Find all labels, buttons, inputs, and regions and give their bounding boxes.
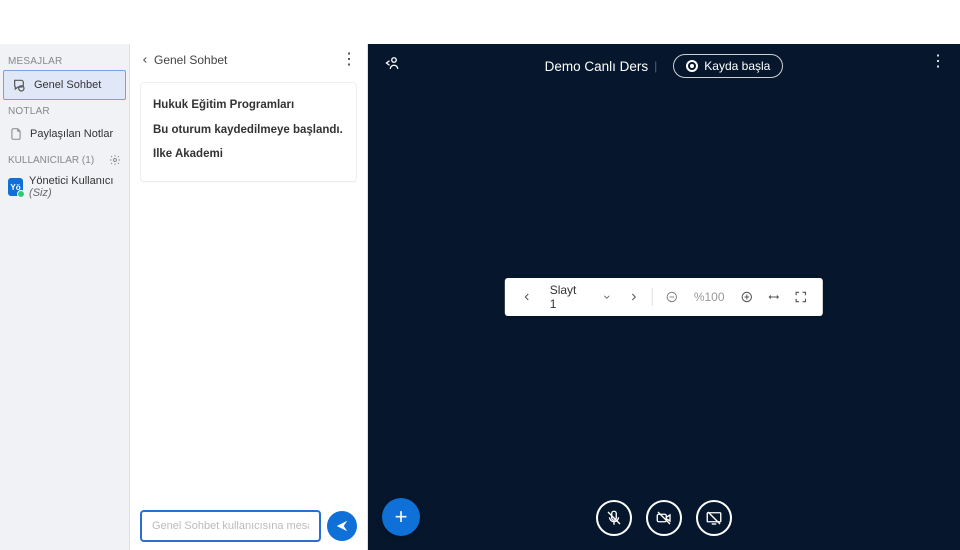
chat-panel: Genel Sohbet ⋮ Hukuk Eğitim Programları … — [130, 44, 368, 550]
message-line: Hukuk Eğitim Programları — [153, 99, 294, 111]
zoom-out-button[interactable] — [663, 288, 680, 306]
user-list-item[interactable]: Yö Yönetici Kullanıcı (Siz) — [0, 169, 129, 205]
section-header-notes: NOTLAR — [0, 100, 129, 120]
slide-toolbar: Slayt 1 %100 — [505, 278, 823, 316]
chevron-left-icon — [140, 55, 150, 65]
user-list-toggle-icon[interactable] — [382, 54, 400, 72]
section-header-messages: MESAJLAR — [0, 50, 129, 70]
record-icon — [686, 60, 698, 72]
sidebar-item-shared-notes[interactable]: Paylaşılan Notlar — [0, 120, 129, 148]
chevron-down-icon[interactable] — [598, 288, 615, 306]
prev-slide-button[interactable] — [519, 288, 536, 306]
media-controls — [596, 500, 732, 536]
avatar: Yö — [8, 178, 23, 196]
chat-message: Hukuk Eğitim Programları Bu oturum kayde… — [140, 82, 357, 182]
chat-input-row — [130, 502, 367, 550]
send-button[interactable] — [327, 511, 357, 541]
fullscreen-button[interactable] — [792, 288, 809, 306]
sidebar: MESAJLAR Genel Sohbet NOTLAR Paylaşılan … — [0, 44, 130, 550]
chat-options-button[interactable]: ⋮ — [341, 52, 357, 68]
zoom-in-button[interactable] — [739, 288, 756, 306]
chat-icon — [12, 77, 28, 93]
presentation-title: Demo Canlı Ders — [545, 59, 649, 74]
chat-title: Genel Sohbet — [154, 53, 227, 67]
record-button[interactable]: Kayda başla — [673, 54, 783, 78]
chat-back-button[interactable]: Genel Sohbet — [140, 53, 227, 67]
section-header-users: KULLANICILAR (1) — [0, 148, 129, 169]
presentation-options-button[interactable]: ⋮ — [930, 53, 946, 70]
sidebar-item-general-chat[interactable]: Genel Sohbet — [3, 70, 126, 100]
presentation-area: Demo Canlı Ders | Kayda başla ⋮ Slayt 1 — [368, 44, 960, 550]
disable-camera-button[interactable] — [646, 500, 682, 536]
zoom-level: %100 — [690, 290, 729, 304]
sidebar-item-label: Genel Sohbet — [34, 79, 101, 91]
presentation-header: Demo Canlı Ders | Kayda başla ⋮ — [368, 44, 960, 88]
share-screen-button[interactable] — [696, 500, 732, 536]
plus-icon: + — [395, 504, 408, 530]
document-icon — [8, 126, 24, 142]
message-line: Bu oturum kaydedilmeye başlandı. — [153, 124, 343, 136]
chat-message-input[interactable] — [140, 510, 321, 542]
actions-fab[interactable]: + — [382, 498, 420, 536]
sidebar-item-label: Paylaşılan Notlar — [30, 128, 113, 140]
message-line: Ilke Akademi — [153, 148, 223, 160]
send-icon — [335, 519, 349, 533]
mute-audio-button[interactable] — [596, 500, 632, 536]
next-slide-button[interactable] — [625, 288, 642, 306]
fit-width-button[interactable] — [765, 288, 782, 306]
slide-indicator[interactable]: Slayt 1 — [546, 283, 588, 311]
gear-icon[interactable] — [109, 154, 121, 166]
chat-header: Genel Sohbet ⋮ — [130, 44, 367, 76]
user-name: Yönetici Kullanıcı (Siz) — [29, 175, 121, 199]
